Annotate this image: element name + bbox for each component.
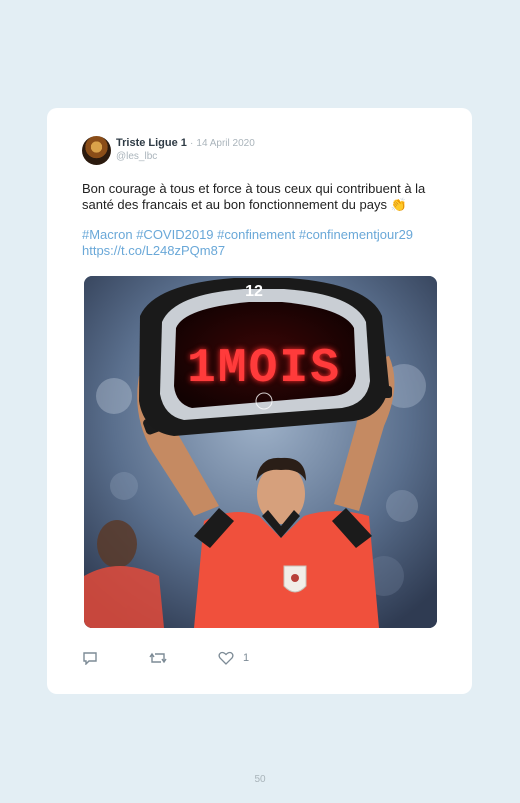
avatar[interactable] [82, 136, 111, 165]
board-text: 1MOIS [187, 342, 341, 396]
hashtag-confinement[interactable]: #confinement [217, 227, 295, 242]
tweet-image[interactable]: 12 1MOIS [84, 276, 437, 628]
author-name[interactable]: Triste Ligue 1 [116, 137, 187, 149]
hashtag-macron[interactable]: #Macron [82, 227, 133, 242]
clap-emoji: 👏 [390, 197, 407, 212]
tweet-links: #Macron #COVID2019 #confinement #confine… [82, 227, 452, 259]
tweet-body: Bon courage à tous et force à tous ceux … [82, 181, 426, 212]
retweet-button[interactable] [149, 651, 167, 665]
reply-icon [83, 652, 97, 665]
like-button[interactable]: 1 [218, 651, 249, 665]
tweet-actions: 1 [82, 648, 282, 668]
hashtag-confinementjour29[interactable]: #confinementjour29 [299, 227, 413, 242]
author-handle[interactable]: @les_lbc [116, 151, 157, 162]
heart-icon [218, 651, 234, 665]
page-number: 50 [254, 774, 266, 785]
tweet-text: Bon courage à tous et force à tous ceux … [82, 181, 452, 213]
referee-board-illustration: 12 1MOIS [84, 276, 437, 628]
author-line: Triste Ligue 1 · 14 April 2020 [116, 137, 255, 149]
separator: · [189, 138, 194, 149]
tweet-link[interactable]: https://t.co/L248zPQm87 [82, 243, 225, 258]
like-count: 1 [243, 652, 250, 664]
retweet-icon [149, 652, 167, 664]
tweet-card: Triste Ligue 1 · 14 April 2020 @les_lbc … [47, 108, 472, 694]
hashtag-covid2019[interactable]: #COVID2019 [136, 227, 213, 242]
reply-button[interactable] [82, 651, 98, 665]
tweet-date[interactable]: 14 April 2020 [196, 138, 254, 149]
clock-number: 12 [245, 283, 263, 300]
